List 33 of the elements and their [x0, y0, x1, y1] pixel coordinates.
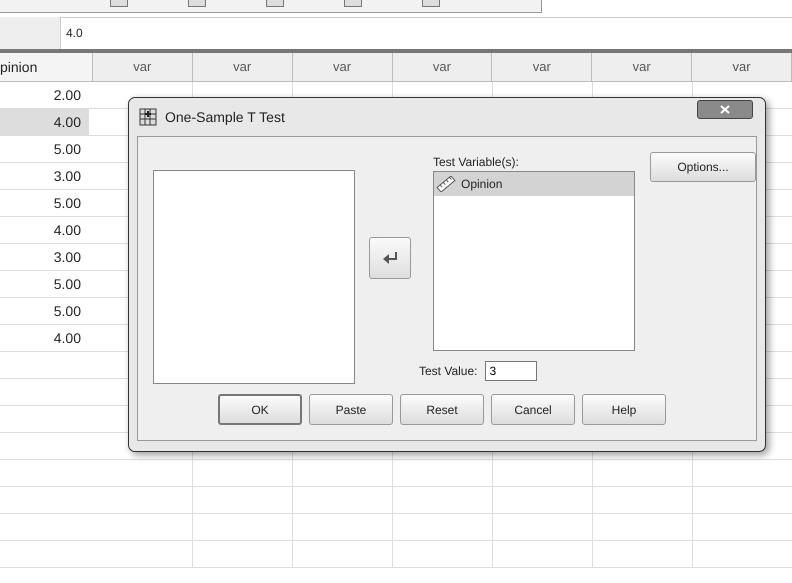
close-button[interactable]	[697, 100, 753, 118]
column-header[interactable]: var	[692, 53, 792, 81]
list-item[interactable]: Opinion	[434, 172, 634, 196]
column-header[interactable]: var	[192, 53, 293, 81]
arrow-icon	[383, 252, 397, 264]
cell-reference-box	[0, 17, 61, 49]
test-value-field[interactable]: 3	[485, 361, 538, 381]
column-header[interactable]: pinion	[0, 53, 93, 81]
toolbar-icon[interactable]	[422, 0, 440, 7]
toolbar-icon[interactable]	[266, 0, 284, 7]
toolbar-icon[interactable]	[110, 0, 128, 7]
column-header[interactable]: var	[592, 53, 692, 81]
test-variables-label: Test Variable(s):	[433, 155, 520, 170]
dialog-button[interactable]: Cancel	[491, 394, 575, 425]
column-header[interactable]: var	[92, 53, 193, 81]
test-value-label: Test Value:	[419, 364, 478, 378]
table-icon	[139, 108, 157, 126]
options-button[interactable]: Options...	[650, 152, 756, 182]
dialog-button[interactable]: OK	[218, 394, 302, 425]
dialog-button[interactable]: Help	[582, 394, 666, 425]
dialog-title: One-Sample T Test	[165, 109, 286, 125]
column-header[interactable]: var	[392, 53, 492, 81]
column-header[interactable]: var	[492, 53, 592, 81]
cell-value-field[interactable]: 4.0	[61, 17, 792, 49]
test-variable-list[interactable]: Opinion	[433, 171, 635, 351]
dialog-button[interactable]: Paste	[309, 394, 393, 425]
close-icon	[720, 104, 730, 114]
toolbar-icon[interactable]	[188, 0, 206, 7]
column-header[interactable]: var	[292, 53, 392, 81]
dialog-button[interactable]: Reset	[400, 394, 484, 425]
toolbar-icon[interactable]	[344, 0, 362, 7]
move-button[interactable]	[369, 237, 411, 279]
table-cell: 4.00	[0, 109, 89, 135]
